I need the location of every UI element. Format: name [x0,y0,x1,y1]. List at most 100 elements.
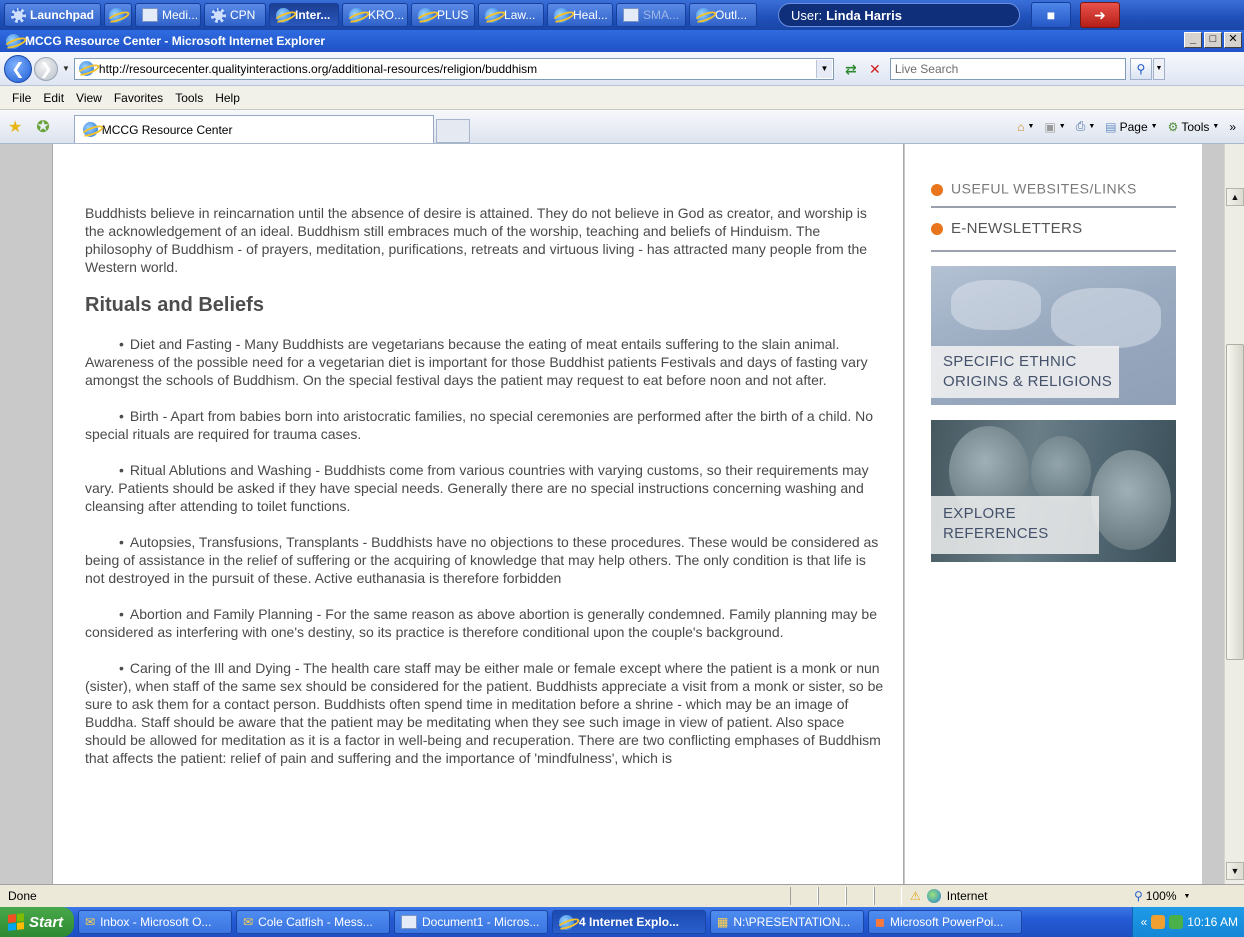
bullet-icon: • [119,534,124,550]
address-bar[interactable]: http://resourcecenter.qualityinteraction… [73,57,834,80]
internet-explorer-icon [349,7,365,23]
zoom-control[interactable]: ⚲ 100% ▼ [1122,889,1190,903]
history-dropdown[interactable]: ▼ [62,64,70,73]
search-options-dropdown[interactable]: ▼ [1152,57,1165,80]
divider [931,250,1176,252]
back-button[interactable]: ❮ [4,54,32,83]
print-button[interactable]: ⎙ ▼ [1076,119,1096,134]
explore-references-banner[interactable]: EXPLORE REFERENCES [931,420,1176,562]
windows-logo-icon [8,913,24,931]
menu-favorites[interactable]: Favorites [108,91,169,105]
launchpad-app-kro[interactable]: KRO... [342,3,409,27]
maximize-button[interactable]: □ [1204,32,1222,48]
ritual-item: • Abortion and Family Planning - For the … [85,605,885,641]
internet-explorer-icon [485,7,501,23]
sidebar-link-enewsletters[interactable]: E-NEWSLETTERS [931,220,1082,237]
status-cell [846,887,874,905]
stop-button[interactable]: ✕ [864,58,886,80]
ethnic-origins-banner[interactable]: SPECIFIC ETHNIC ORIGINS & RELIGIONS [931,266,1176,405]
launchpad-app-law[interactable]: Law... [478,3,545,27]
security-zone[interactable]: ⚠ Internet [902,889,1122,903]
menu-tools[interactable]: Tools [169,91,209,105]
ritual-item: • Caring of the Ill and Dying - The healt… [85,659,885,767]
user-prefix: User: [791,7,823,23]
tray-app-icon[interactable] [1151,915,1166,929]
bullet-icon: • [119,606,124,622]
tools-menu-label: Tools [1181,119,1210,134]
logoff-button[interactable]: ➜ [1080,2,1121,28]
launchpad-app-plus[interactable]: PLUS [411,3,476,27]
launchpad-app-sma[interactable]: SMA... [616,3,687,27]
scroll-down-button[interactable]: ▼ [1226,862,1244,880]
taskbar-item-inbox[interactable]: ✉ Inbox - Microsoft O... [78,910,232,934]
launchpad-app-label: SMA... [643,8,680,22]
ritual-item: • Birth - Apart from babies born into ari… [85,407,885,443]
vertical-scrollbar[interactable]: ▲ ▼ [1224,144,1244,884]
close-button[interactable]: ✕ [1224,32,1242,48]
scroll-up-button[interactable]: ▲ [1226,188,1244,206]
scrollbar-thumb[interactable] [1226,344,1244,660]
warning-icon: ⚠ [910,889,921,903]
app-icon [623,8,640,22]
banner-label: SPECIFIC ETHNIC ORIGINS & RELIGIONS [931,346,1119,398]
banner-text: REFERENCES [943,525,1049,542]
page-icon: ▤ [1105,119,1117,134]
taskbar-item-label: Document1 - Micros... [422,915,540,929]
page-menu-button[interactable]: ▤ Page ▼ [1105,120,1157,134]
address-toolbar: ❮ ❯ ▼ http://resourcecenter.qualityinter… [0,52,1244,86]
taskbar-item-internet-explorer[interactable]: 4 Internet Explo... [552,910,706,934]
launchpad-app-internet[interactable]: Inter... [269,3,340,27]
internet-explorer-icon [6,33,21,49]
minimize-button[interactable]: _ [1184,32,1202,48]
menu-file[interactable]: File [6,91,37,105]
taskbar-item-messenger[interactable]: ✉ Cole Catfish - Mess... [236,910,390,934]
search-button[interactable]: ⚲ [1129,57,1152,80]
launchpad-app-medi[interactable]: Medi... [135,3,202,27]
intro-paragraph: Buddhists believe in reincarnation until… [85,205,868,275]
home-button[interactable]: ⌂ ▼ [1017,120,1034,134]
sidebar: USEFUL WEBSITES/LINKS E-NEWSLETTERS SPEC… [905,144,1202,884]
refresh-button[interactable]: ⇄ [840,58,862,80]
taskbar-item-folder[interactable]: ▦ N:\PRESENTATION... [710,910,864,934]
ritual-text: Abortion and Family Planning - For the s… [85,606,877,640]
favorites-center-icon[interactable]: ★ [8,117,22,137]
tray-expand-icon[interactable]: « [1141,915,1148,929]
start-button[interactable]: Start [0,907,74,937]
page-menu-label: Page [1119,119,1148,134]
article: Buddhists believe in reincarnation until… [85,144,885,767]
new-tab-button[interactable] [435,119,470,143]
menu-help[interactable]: Help [209,91,246,105]
launchpad-app-heal[interactable]: Heal... [547,3,614,27]
taskbar-item-word[interactable]: Document1 - Micros... [394,910,548,934]
gear-icon: ⚙ [1167,119,1179,134]
launchpad-button[interactable]: Launchpad [4,3,102,27]
add-favorite-icon[interactable]: ✪ [36,117,49,137]
zoom-level: 100% [1145,889,1177,903]
menu-edit[interactable]: Edit [37,91,70,105]
clock[interactable]: 10:16 AM [1187,915,1238,929]
taskbar-item-powerpoint[interactable]: ◼ Microsoft PowerPoi... [868,910,1022,934]
feeds-button[interactable]: ▣ ▼ [1044,120,1065,134]
menu-view[interactable]: View [70,91,108,105]
toolbar-overflow-button[interactable]: » [1229,120,1236,134]
tab-mccg-resource-center[interactable]: MCCG Resource Center [73,115,434,143]
launchpad-app-button[interactable] [104,3,133,27]
launchpad-app-cpn[interactable]: CPN [204,3,267,27]
home-icon: ⌂ [1017,119,1025,134]
address-url: http://resourcecenter.qualityinteraction… [98,61,538,76]
forward-button[interactable]: ❯ [34,56,58,81]
tools-menu-button[interactable]: ⚙ Tools ▼ [1168,120,1220,134]
orange-bullet-icon [931,222,943,235]
launchpad-app-outl[interactable]: Outl... [689,3,758,27]
address-dropdown[interactable]: ▼ [815,59,832,78]
internet-explorer-icon [418,7,434,23]
zoom-icon: ⚲ [1134,889,1143,903]
lock-button[interactable]: ■ [1031,2,1072,28]
tray-app-icon[interactable] [1169,915,1184,929]
launchpad-app-label: CPN [230,8,256,22]
status-bar: Done ⚠ Internet ⚲ 100% ▼ [0,884,1244,907]
search-input[interactable]: Live Search [889,57,1126,80]
start-label: Start [29,913,64,931]
powerpoint-icon: ◼ [875,915,885,929]
sidebar-link-useful-websites[interactable]: USEFUL WEBSITES/LINKS [931,184,1176,198]
